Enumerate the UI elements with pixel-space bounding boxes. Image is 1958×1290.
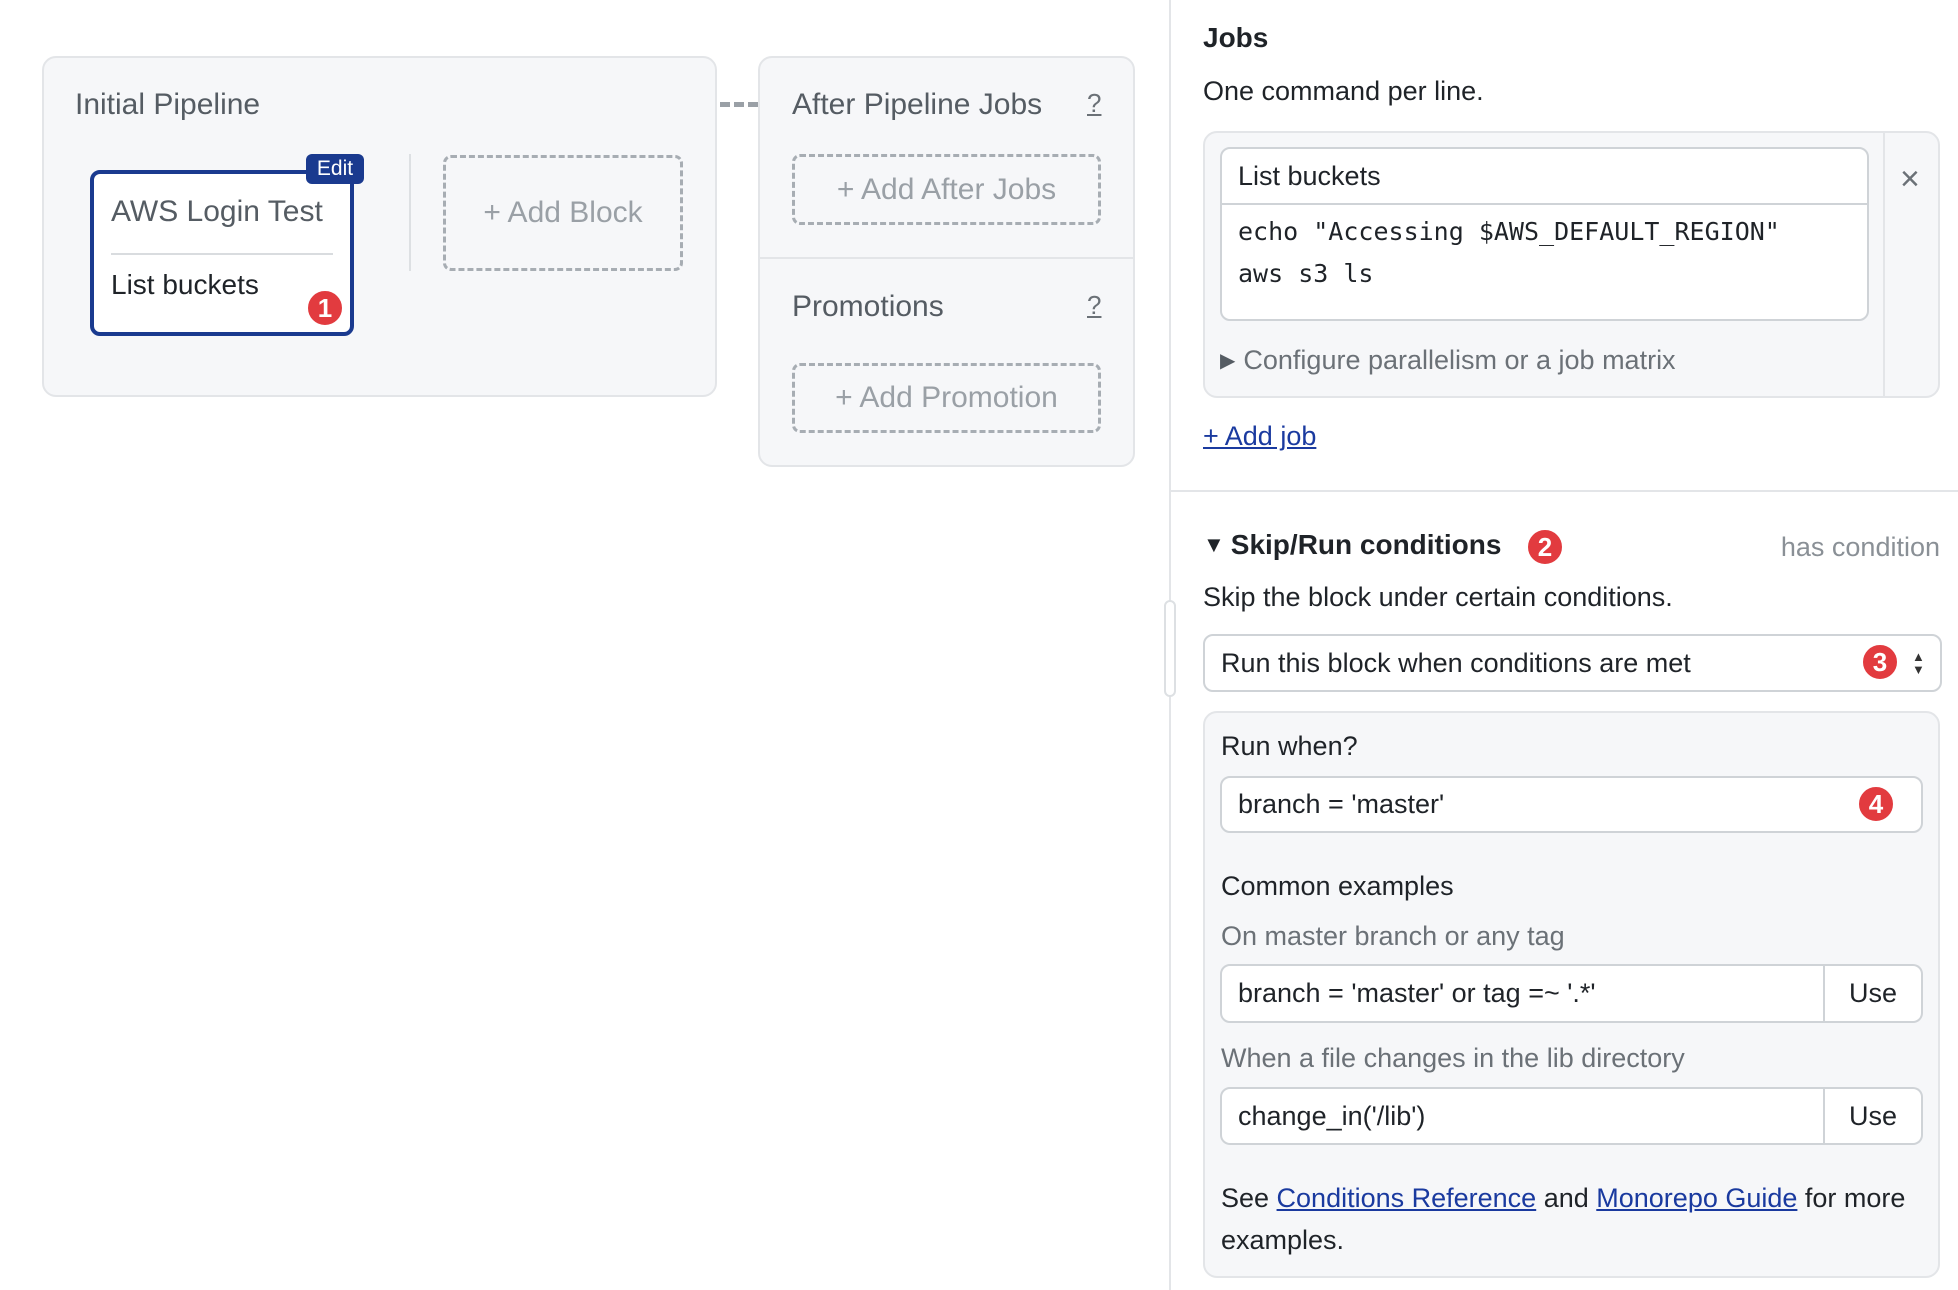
promotions-help-icon[interactable]: ? <box>1087 290 1101 321</box>
job-name-input[interactable]: List buckets <box>1220 147 1869 205</box>
example-group: branch = 'master' or tag =~ '.*' Use <box>1220 964 1923 1023</box>
block-divider <box>111 253 333 255</box>
block-job: List buckets <box>111 269 259 300</box>
example-label: On master branch or any tag <box>1221 921 1565 951</box>
conditions-reference-link[interactable]: Conditions Reference <box>1277 1183 1537 1213</box>
example-label: When a file changes in the lib directory <box>1221 1043 1685 1073</box>
add-promotion-button[interactable]: + Add Promotion <box>792 363 1101 433</box>
caret-right-icon: ▶ <box>1220 349 1236 372</box>
badge-3: 3 <box>1861 643 1899 681</box>
initial-pipeline-title: Initial Pipeline <box>75 88 261 121</box>
condition-status: has condition <box>1780 532 1940 562</box>
footer-text: and <box>1536 1183 1597 1213</box>
badge-4: 4 <box>1857 785 1895 823</box>
run-when-label: Run when? <box>1221 731 1358 761</box>
jobs-hint: One command per line. <box>1203 76 1484 106</box>
use-example-button[interactable]: Use <box>1825 1087 1923 1145</box>
select-value: Run this block when conditions are met <box>1221 647 1691 678</box>
remove-job-icon[interactable]: × <box>1900 160 1920 199</box>
job-card-divider <box>1883 133 1885 396</box>
monorepo-guide-link[interactable]: Monorepo Guide <box>1596 1183 1797 1213</box>
add-job-link[interactable]: + Add job <box>1203 419 1316 453</box>
add-after-jobs-button[interactable]: + Add After Jobs <box>792 154 1101 225</box>
select-arrows-icon: ▲ ▼ <box>1912 649 1925 677</box>
example-group: change_in('/lib') Use <box>1220 1087 1923 1145</box>
example-input[interactable]: branch = 'master' or tag =~ '.*' <box>1220 964 1825 1023</box>
command-line: aws s3 ls <box>1238 259 1374 288</box>
run-when-input[interactable]: branch = 'master' <box>1220 776 1923 833</box>
block-name: AWS Login Test <box>111 195 323 228</box>
promotions-title: Promotions <box>792 290 944 323</box>
command-line: echo "Accessing $AWS_DEFAULT_REGION" <box>1238 217 1780 246</box>
after-jobs-help-icon[interactable]: ? <box>1087 88 1101 119</box>
example-input[interactable]: change_in('/lib') <box>1220 1087 1825 1145</box>
condition-mode-select[interactable]: Run this block when conditions are met <box>1203 634 1942 692</box>
conditions-hint: Skip the block under certain conditions. <box>1203 582 1673 612</box>
configure-label: Configure parallelism or a job matrix <box>1243 345 1676 375</box>
section-divider <box>1171 490 1958 492</box>
add-block-button[interactable]: + Add Block <box>443 155 683 271</box>
after-jobs-title: After Pipeline Jobs <box>792 88 1043 121</box>
edit-block-button[interactable]: Edit <box>306 154 364 184</box>
footer-text: See <box>1221 1183 1277 1213</box>
badge-2: 2 <box>1526 528 1564 566</box>
configure-toggle[interactable]: ▶ Configure parallelism or a job matrix <box>1220 343 1676 377</box>
group-divider <box>760 257 1133 259</box>
badge-1: 1 <box>306 289 344 327</box>
use-example-button[interactable]: Use <box>1825 964 1923 1023</box>
conditions-footer: See Conditions Reference and Monorepo Gu… <box>1221 1177 1921 1261</box>
conditions-toggle[interactable]: ▼ Skip/Run conditions <box>1203 529 1501 561</box>
job-commands-textarea[interactable]: echo "Accessing $AWS_DEFAULT_REGION" aws… <box>1220 203 1869 321</box>
conditions-title: Skip/Run conditions <box>1230 529 1502 560</box>
jobs-title: Jobs <box>1203 22 1269 53</box>
connector-line <box>720 102 758 107</box>
block-separator <box>409 154 411 271</box>
examples-title: Common examples <box>1221 871 1454 901</box>
caret-down-icon: ▼ <box>1203 532 1225 557</box>
resize-handle[interactable] <box>1164 600 1176 697</box>
